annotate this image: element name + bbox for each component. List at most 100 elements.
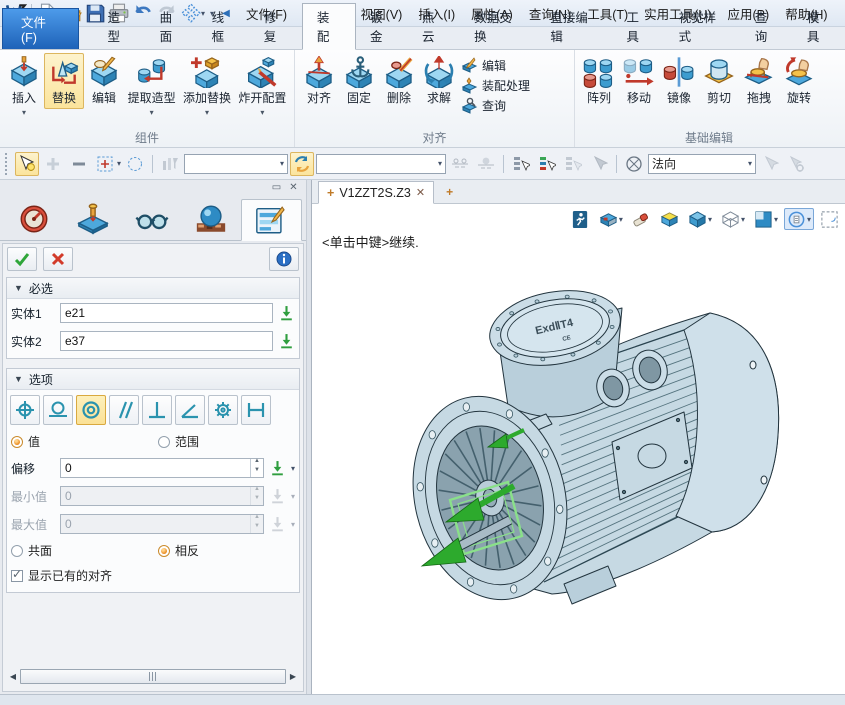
- distance-constraint-button[interactable]: [241, 395, 271, 425]
- concentric-constraint-button[interactable]: [76, 395, 106, 425]
- add-pick-button[interactable]: [41, 152, 65, 176]
- scrollbar-thumb[interactable]: [20, 669, 286, 684]
- direction-mode-button[interactable]: [622, 152, 646, 176]
- panel-close-button[interactable]: ✕: [287, 183, 300, 194]
- info-button[interactable]: [269, 247, 299, 271]
- tab-shape[interactable]: 造型: [93, 4, 145, 49]
- required-section-header[interactable]: ▼ 必选: [7, 278, 299, 299]
- dropdown-arrow-icon[interactable]: ▾: [22, 108, 26, 117]
- direction-combo[interactable]: 法向▾: [648, 154, 756, 174]
- clip-button[interactable]: 剪切: [699, 53, 739, 109]
- show-existing-checkbox[interactable]: [11, 570, 23, 582]
- value-radio[interactable]: [11, 436, 23, 448]
- cancel-button[interactable]: [43, 247, 73, 271]
- fix-button[interactable]: 固定: [339, 53, 379, 109]
- delete-align-button[interactable]: 删除: [379, 53, 419, 109]
- insert-component-button[interactable]: 插入 ▾: [4, 53, 44, 120]
- range-radio-group[interactable]: 范围: [158, 433, 199, 450]
- tab-pointcloud[interactable]: 点云: [408, 4, 460, 49]
- entity2-input[interactable]: [60, 331, 273, 351]
- remove-pick-button[interactable]: [67, 152, 91, 176]
- tab-render[interactable]: [182, 198, 241, 240]
- entity1-input[interactable]: [60, 303, 273, 323]
- tab-mold[interactable]: 模具: [793, 4, 845, 49]
- offset-point-button[interactable]: [448, 152, 472, 176]
- extract-shape-button[interactable]: 提取造型 ▾: [124, 53, 179, 120]
- tab-tools[interactable]: 工具: [613, 4, 665, 49]
- panel-minimize-button[interactable]: ▭: [270, 183, 283, 194]
- pick-filter-button[interactable]: [158, 152, 182, 176]
- offset-spinner[interactable]: ▲▼: [250, 459, 263, 477]
- dropdown-arrow-icon[interactable]: ▾: [150, 108, 154, 117]
- move-button[interactable]: 移动: [619, 53, 659, 109]
- value-radio-group[interactable]: 值: [11, 433, 153, 450]
- pick-box-button[interactable]: [93, 152, 117, 176]
- offset-dropdown-icon[interactable]: ▾: [291, 464, 295, 473]
- regen-assembly-button[interactable]: [290, 152, 314, 176]
- drag-button[interactable]: 拖拽: [739, 53, 779, 109]
- toolbar-grip-handle[interactable]: [5, 153, 10, 175]
- lasso-pick-button[interactable]: [123, 152, 147, 176]
- entity1-apply-icon[interactable]: [278, 305, 295, 322]
- edit-component-button[interactable]: 编辑: [84, 53, 124, 109]
- solve-button[interactable]: 求解: [419, 53, 459, 109]
- pick-box-dropdown-icon[interactable]: ▾: [117, 159, 121, 168]
- pick-from-list-button[interactable]: [509, 152, 533, 176]
- scroll-left-icon[interactable]: ◀: [7, 669, 19, 684]
- tab-file[interactable]: 文件(F): [2, 8, 79, 49]
- align-edit-button[interactable]: 编辑: [461, 57, 530, 74]
- angle-constraint-button[interactable]: [175, 395, 205, 425]
- redo-button[interactable]: [156, 3, 178, 23]
- tab-assembly[interactable]: 装配: [302, 3, 356, 50]
- tab-wireframe[interactable]: 线框: [198, 4, 250, 49]
- pick-all-button[interactable]: [561, 152, 585, 176]
- opposite-radio[interactable]: [158, 545, 170, 557]
- pattern-button[interactable]: 阵列: [579, 53, 619, 109]
- ok-button[interactable]: [7, 247, 37, 271]
- mirror-button[interactable]: 镜像: [659, 53, 699, 109]
- perpendicular-constraint-button[interactable]: [142, 395, 172, 425]
- tab-visual-style[interactable]: 视觉样式: [665, 4, 741, 49]
- pick-settings-button[interactable]: [784, 152, 808, 176]
- parallel-constraint-button[interactable]: [109, 395, 139, 425]
- graphics-viewport[interactable]: + V1ZZT2S.Z3 ✕ + <单击中键>继续. ▾: [312, 180, 845, 694]
- align-inquire-button[interactable]: 查询: [461, 97, 530, 114]
- align-button[interactable]: 对齐: [299, 53, 339, 109]
- dropdown-arrow-icon[interactable]: ▾: [260, 108, 264, 117]
- panel-horizontal-scrollbar[interactable]: ◀ ▶: [7, 668, 299, 685]
- dropdown-arrow-icon[interactable]: ▾: [205, 108, 209, 117]
- tab-direct-edit[interactable]: 直接编辑: [536, 4, 612, 49]
- rotate-button[interactable]: 旋转: [779, 53, 819, 109]
- motor-model[interactable]: ExdⅡT4 CE: [312, 180, 845, 694]
- tab-command-form[interactable]: [241, 199, 302, 241]
- selection-filter-combo[interactable]: ▾: [184, 154, 288, 174]
- gear-constraint-button[interactable]: [208, 395, 238, 425]
- pick-last-button[interactable]: [535, 152, 559, 176]
- tab-history[interactable]: [63, 198, 122, 240]
- scroll-right-icon[interactable]: ▶: [287, 669, 299, 684]
- opposite-radio-group[interactable]: 相反: [158, 542, 199, 559]
- offset-plane-button[interactable]: [474, 152, 498, 176]
- smart-pick-button[interactable]: [15, 152, 39, 176]
- range-radio[interactable]: [158, 436, 170, 448]
- options-section-header[interactable]: ▼ 选项: [7, 369, 299, 390]
- assembly-process-button[interactable]: 装配处理: [461, 77, 530, 94]
- offset-apply-icon[interactable]: [269, 460, 286, 477]
- tab-data-exchange[interactable]: 数据交换: [460, 4, 536, 49]
- tab-visibility[interactable]: [122, 198, 181, 240]
- tab-manager[interactable]: [4, 198, 63, 240]
- add-replace-button[interactable]: 添加替换 ▾: [179, 53, 234, 120]
- coincident-constraint-button[interactable]: [10, 395, 40, 425]
- tab-sheetmetal[interactable]: 钣金: [356, 4, 408, 49]
- coplanar-radio[interactable]: [11, 545, 23, 557]
- offset-input[interactable]: ▲▼: [60, 458, 264, 478]
- replace-component-button[interactable]: 替换: [44, 53, 84, 109]
- entity2-apply-icon[interactable]: [278, 333, 295, 350]
- pick-target-button[interactable]: [758, 152, 782, 176]
- exploded-view-button[interactable]: 炸开配置 ▾: [235, 53, 290, 120]
- tab-repair[interactable]: 修复: [250, 4, 302, 49]
- plain-cursor-button[interactable]: [587, 152, 611, 176]
- tangent-constraint-button[interactable]: [43, 395, 73, 425]
- tab-inquire[interactable]: 查询: [741, 4, 793, 49]
- coplanar-radio-group[interactable]: 共面: [11, 542, 153, 559]
